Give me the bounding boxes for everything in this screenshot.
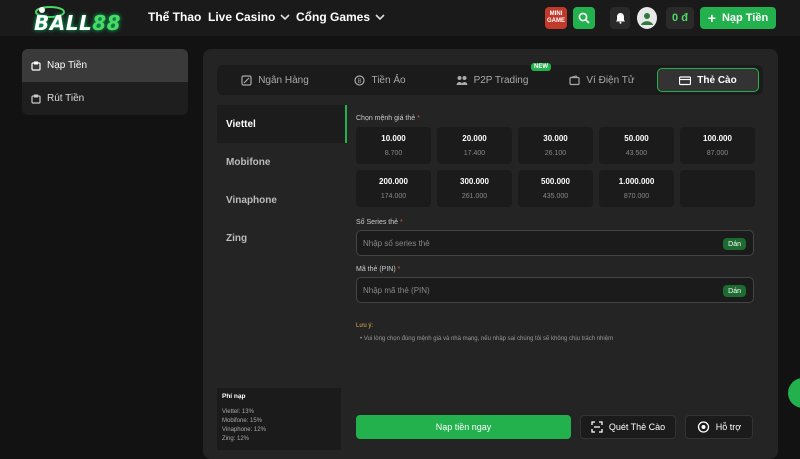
p2p-icon: [456, 75, 468, 85]
chat-bubble-icon[interactable]: [788, 378, 800, 408]
serial-label: Số Series thẻ *: [356, 219, 403, 226]
tab-scratch-card[interactable]: Thẻ Cào: [657, 68, 759, 92]
balance-value: 0 đ: [672, 12, 688, 24]
note-text: • Vui lòng chọn đúng mệnh giá và nhà mạn…: [360, 336, 614, 342]
paste-serial-button[interactable]: Dán: [723, 238, 746, 250]
account-sidebar: Nạp Tiền Rút Tiền: [22, 49, 188, 115]
tab-crypto[interactable]: B Tiền Ảo: [335, 68, 425, 92]
bank-icon: [241, 74, 252, 86]
card-icon: [679, 75, 692, 85]
balance-display: 0 đ: [666, 7, 694, 29]
sidebar-item-label: Nạp Tiền: [47, 60, 88, 71]
notification-button[interactable]: [610, 7, 630, 29]
submit-deposit-button[interactable]: Nạp tiền ngay: [356, 415, 571, 439]
tab-bank[interactable]: Ngân Hàng: [225, 68, 325, 92]
chevron-down-icon: [280, 13, 290, 20]
nav-sports-label: Thể Thao: [148, 10, 202, 24]
logo-text: BALL88: [34, 11, 122, 35]
submit-label: Nạp tiền ngay: [435, 422, 492, 432]
carrier-viettel[interactable]: Viettel: [217, 105, 347, 143]
note-title: Lưu ý:: [356, 323, 374, 329]
avatar[interactable]: [637, 7, 657, 29]
tab-label: P2P Trading: [473, 74, 529, 86]
deposit-button-label: Nạp Tiền: [721, 12, 769, 24]
carrier-mobifone[interactable]: Mobifone: [217, 143, 347, 181]
denomination-option[interactable]: 500.000 435.000: [518, 170, 593, 207]
brand-logo[interactable]: BALL88: [28, 4, 128, 35]
tab-p2p[interactable]: P2P Trading NEW: [447, 63, 551, 92]
denomination-empty: [680, 170, 755, 207]
denomination-option[interactable]: 1.000.000 870.000: [599, 170, 674, 207]
tab-ewallet[interactable]: Ví Điện Tử: [557, 68, 647, 92]
nav-sports[interactable]: Thể Thao: [148, 10, 201, 24]
carrier-zing[interactable]: Zing: [217, 219, 347, 257]
serial-input[interactable]: [363, 235, 703, 252]
deposit-button[interactable]: + Nạp Tiền: [700, 7, 776, 29]
minigame-button[interactable]: MINI GAME: [545, 7, 567, 29]
pin-label: Mã thẻ (PIN) *: [356, 266, 401, 273]
pin-field: Dán: [356, 277, 754, 303]
carrier-label: Zing: [226, 232, 248, 244]
nav-games-label: Cổng Games: [296, 10, 371, 24]
scan-label: Quét Thẻ Cào: [608, 422, 666, 432]
nav-live-casino[interactable]: Live Casino: [208, 10, 290, 24]
denomination-option[interactable]: 20.000 17.400: [437, 127, 512, 164]
fee-row: Zing: 12%: [222, 436, 250, 442]
tab-label: Tiền Ảo: [371, 74, 406, 86]
denomination-grid: 10.000 8.700 20.000 17.400 30.000 26.100 50…: [356, 127, 755, 207]
chevron-down-icon: [375, 13, 385, 20]
pin-input[interactable]: [363, 282, 703, 299]
serial-field: Dán: [356, 230, 754, 256]
carrier-label: Viettel: [226, 118, 256, 130]
payment-method-tabs: Ngân Hàng B Tiền Ảo P2P Trading NEW Ví Đ…: [217, 63, 763, 95]
carrier-vinaphone[interactable]: Vinaphone: [217, 181, 347, 219]
support-label: Hỗ trợ: [715, 422, 742, 432]
carrier-list: Viettel Mobifone Vinaphone Zing: [217, 105, 347, 257]
nav-games[interactable]: Cổng Games: [296, 10, 385, 24]
top-header: BALL88 Thể Thao Live Casino Cổng Games M…: [0, 0, 800, 36]
new-badge: NEW: [531, 63, 551, 71]
paste-pin-button[interactable]: Dán: [723, 285, 746, 297]
tab-label: Thẻ Cào: [697, 74, 737, 86]
denomination-option[interactable]: 300.000 261.000: [437, 170, 512, 207]
svg-text:B: B: [358, 79, 362, 85]
fee-row: Mobifone: 15%: [222, 418, 263, 424]
bell-icon: [615, 13, 625, 24]
search-icon: [578, 12, 590, 24]
support-button[interactable]: Hỗ trợ: [685, 415, 753, 439]
denomination-option[interactable]: 200.000 174.000: [356, 170, 431, 207]
fee-box: Phí nạp Viettel: 13% Mobifone: 15% Vinap…: [217, 388, 341, 450]
plus-icon: +: [707, 10, 716, 26]
sidebar-item-label: Rút Tiền: [47, 93, 85, 104]
tab-label: Ví Điện Tử: [586, 74, 635, 86]
sidebar-item-deposit[interactable]: Nạp Tiền: [22, 49, 188, 82]
carrier-label: Mobifone: [226, 156, 271, 168]
scan-card-button[interactable]: Quét Thẻ Cào: [580, 415, 676, 439]
denomination-label: Chọn mệnh giá thẻ *: [356, 115, 420, 122]
user-avatar-icon: [641, 13, 653, 25]
carrier-label: Vinaphone: [226, 194, 277, 206]
deposit-icon: [31, 61, 41, 71]
fee-row: Vinaphone: 12%: [222, 427, 266, 433]
denomination-option[interactable]: 30.000 26.100: [518, 127, 593, 164]
nav-live-casino-label: Live Casino: [208, 10, 276, 24]
sidebar-item-withdraw[interactable]: Rút Tiền: [22, 82, 188, 115]
search-button[interactable]: [573, 7, 595, 29]
denomination-option[interactable]: 50.000 43.500: [599, 127, 674, 164]
scan-icon: [591, 421, 603, 433]
fee-title: Phí nạp: [222, 393, 246, 400]
minigame-label: MINI GAME: [547, 11, 565, 24]
fee-row: Viettel: 13%: [222, 409, 254, 415]
crypto-icon: B: [354, 74, 366, 86]
tab-label: Ngân Hàng: [258, 74, 309, 86]
denomination-option[interactable]: 10.000 8.700: [356, 127, 431, 164]
support-icon: [697, 421, 709, 433]
denomination-option[interactable]: 100.000 87.000: [680, 127, 755, 164]
withdraw-icon: [31, 94, 41, 104]
wallet-icon: [569, 74, 580, 85]
